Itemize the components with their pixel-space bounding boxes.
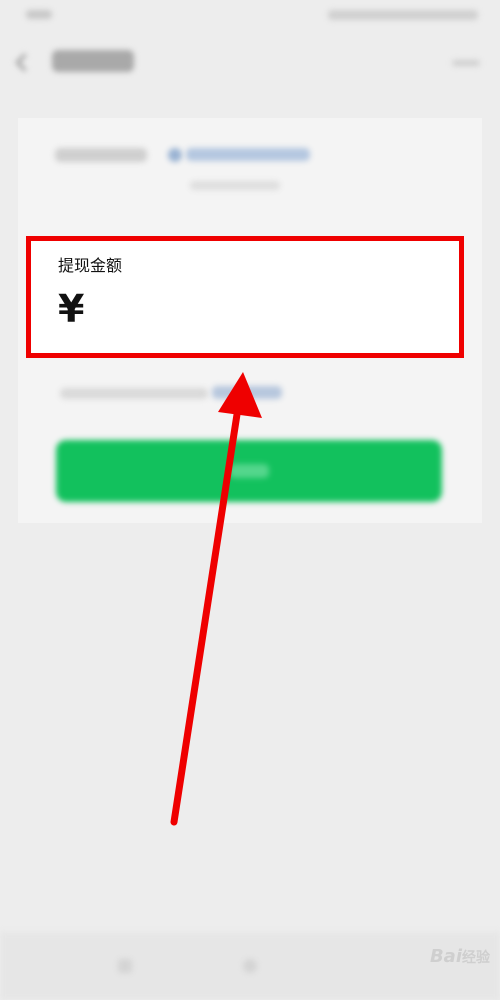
watermark-suffix: 经验 [462, 950, 490, 966]
watermark: Bai经验 [430, 946, 490, 967]
annotation-arrow-icon [170, 372, 262, 826]
nav-home-button[interactable] [243, 959, 257, 973]
nav-back-button[interactable] [118, 959, 132, 973]
watermark-brand: Bai [429, 946, 462, 967]
